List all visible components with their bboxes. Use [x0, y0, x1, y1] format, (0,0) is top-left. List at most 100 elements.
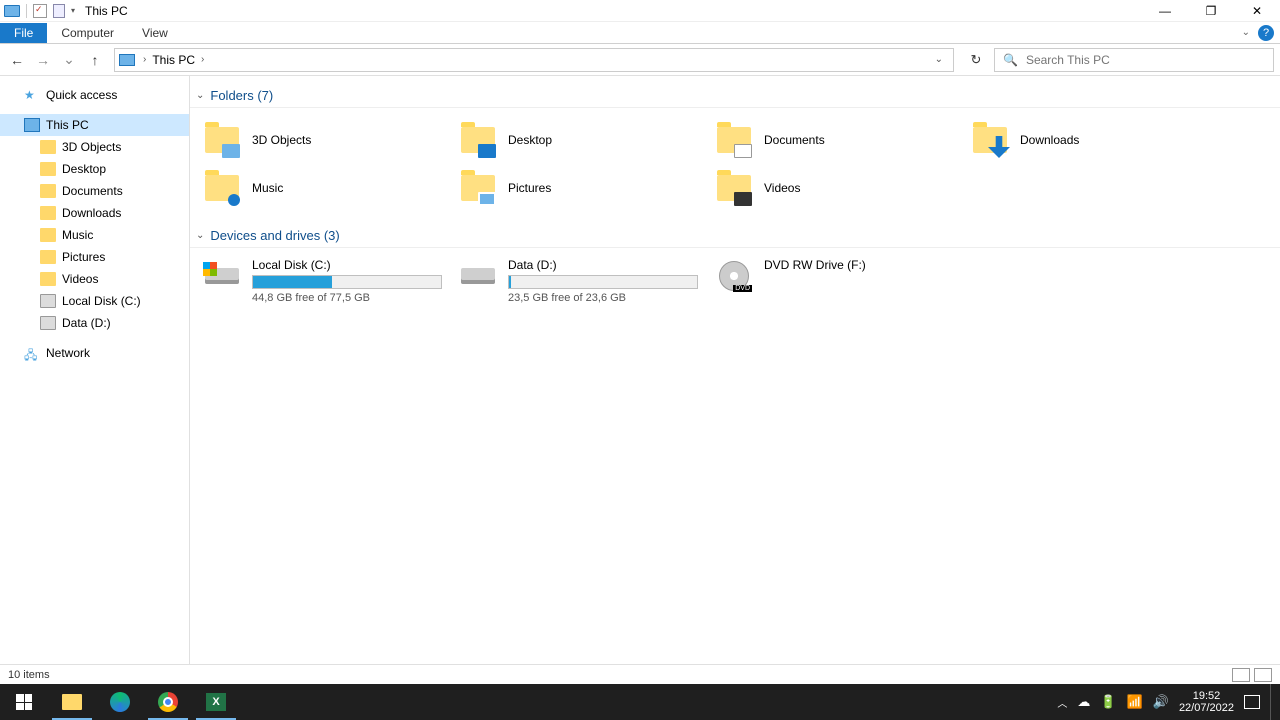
folder-music[interactable]: Music — [198, 164, 454, 212]
sidebar-item-data-d[interactable]: Data (D:) — [0, 312, 189, 334]
tray-date: 22/07/2022 — [1179, 702, 1234, 714]
ribbon-tabs: File Computer View ⌄ ? — [0, 22, 1280, 44]
sidebar-item-quick-access[interactable]: ★ Quick access — [0, 84, 189, 106]
folder-label: Videos — [764, 181, 800, 195]
drive-icon — [40, 316, 56, 330]
folder-label: Desktop — [508, 133, 552, 147]
folder-icon — [458, 170, 498, 206]
taskbar: X ︿ ☁ 🔋 📶 🔊 19:52 22/07/2022 — [0, 684, 1280, 720]
tray-overflow-icon[interactable]: ︿ — [1057, 695, 1067, 710]
tab-file[interactable]: File — [0, 23, 47, 43]
windows-icon — [16, 694, 32, 710]
up-button[interactable]: ↑ — [84, 49, 106, 71]
titlebar: ▾ This PC ― ❐ ✕ — [0, 0, 1280, 22]
folder-icon — [40, 228, 56, 242]
folder-icon — [714, 122, 754, 158]
collapse-ribbon-icon[interactable]: ⌄ — [1242, 27, 1250, 38]
sidebar-label: 3D Objects — [62, 140, 121, 154]
qat-separator — [26, 4, 27, 18]
breadcrumb-sep-icon[interactable]: › — [141, 54, 148, 65]
sidebar-item-local-disk-c[interactable]: Local Disk (C:) — [0, 290, 189, 312]
minimize-button[interactable]: ― — [1142, 0, 1188, 22]
folder-pictures[interactable]: Pictures — [454, 164, 710, 212]
new-folder-icon[interactable] — [53, 4, 65, 18]
drive-free-text: 44,8 GB free of 77,5 GB — [252, 292, 442, 304]
close-button[interactable]: ✕ — [1234, 0, 1280, 22]
sidebar-item-this-pc[interactable]: This PC — [0, 114, 189, 136]
quick-access-toolbar: ▾ — [0, 4, 75, 18]
breadcrumb-sep-icon[interactable]: › — [199, 54, 206, 65]
address-bar[interactable]: › This PC › ⌄ — [114, 48, 954, 72]
battery-icon[interactable]: 🔋 — [1100, 694, 1116, 710]
show-desktop-button[interactable] — [1270, 684, 1276, 720]
address-history-icon[interactable]: ⌄ — [929, 54, 949, 65]
breadcrumb-this-pc[interactable]: This PC — [148, 53, 199, 67]
excel-icon: X — [206, 693, 226, 711]
sidebar-item-documents[interactable]: Documents — [0, 180, 189, 202]
window-controls: ― ❐ ✕ — [1142, 0, 1280, 22]
help-icon[interactable]: ? — [1258, 25, 1274, 41]
tiles-view-button[interactable] — [1254, 668, 1272, 682]
forward-button[interactable]: → — [32, 49, 54, 71]
group-header-drives[interactable]: ⌄ Devices and drives (3) — [190, 224, 1280, 248]
folder-icon — [40, 184, 56, 198]
action-center-icon[interactable] — [1244, 695, 1260, 709]
search-box[interactable]: 🔍 — [994, 48, 1274, 72]
details-view-button[interactable] — [1232, 668, 1250, 682]
sidebar-item-desktop[interactable]: Desktop — [0, 158, 189, 180]
sidebar-label: Local Disk (C:) — [62, 294, 141, 308]
folder-desktop[interactable]: Desktop — [454, 116, 710, 164]
taskbar-chrome[interactable] — [144, 684, 192, 720]
sidebar-item-3d-objects[interactable]: 3D Objects — [0, 136, 189, 158]
taskbar-excel[interactable]: X — [192, 684, 240, 720]
maximize-button[interactable]: ❐ — [1188, 0, 1234, 22]
start-button[interactable] — [0, 684, 48, 720]
qat-dropdown-icon[interactable]: ▾ — [71, 6, 75, 15]
sidebar-item-downloads[interactable]: Downloads — [0, 202, 189, 224]
sidebar-label: Quick access — [46, 88, 117, 102]
drive-capacity-bar — [508, 275, 698, 289]
sidebar-label: Data (D:) — [62, 316, 111, 330]
folder-icon — [40, 272, 56, 286]
folder-icon — [714, 170, 754, 206]
search-input[interactable] — [1026, 53, 1265, 67]
dvd-icon — [714, 258, 754, 294]
tab-view[interactable]: View — [128, 23, 182, 43]
folder-label: Documents — [764, 133, 825, 147]
app-icon[interactable] — [4, 5, 20, 17]
chevron-down-icon: ⌄ — [196, 90, 204, 101]
sidebar-item-network[interactable]: 🖧 Network — [0, 342, 189, 364]
drive-data-d[interactable]: Data (D:) 23,5 GB free of 23,6 GB — [454, 256, 710, 306]
folder-icon — [458, 122, 498, 158]
wifi-icon[interactable]: 📶 — [1127, 694, 1143, 710]
folder-icon — [202, 170, 242, 206]
navigation-pane: ★ Quick access This PC 3D Objects Deskto… — [0, 76, 190, 664]
sidebar-item-pictures[interactable]: Pictures — [0, 246, 189, 268]
tray-time: 19:52 — [1179, 690, 1234, 702]
tab-computer[interactable]: Computer — [47, 23, 128, 43]
taskbar-edge[interactable] — [96, 684, 144, 720]
sidebar-label: Pictures — [62, 250, 105, 264]
pc-icon — [24, 118, 40, 132]
drive-local-disk-c[interactable]: Local Disk (C:) 44,8 GB free of 77,5 GB — [198, 256, 454, 306]
group-header-folders[interactable]: ⌄ Folders (7) — [190, 84, 1280, 108]
star-icon: ★ — [24, 88, 40, 102]
drive-dvd-rw-f[interactable]: DVD RW Drive (F:) — [710, 256, 966, 306]
recent-locations-button[interactable]: ⌄ — [58, 49, 80, 71]
folder-documents[interactable]: Documents — [710, 116, 966, 164]
sidebar-item-music[interactable]: Music — [0, 224, 189, 246]
properties-icon[interactable] — [33, 4, 47, 18]
folder-videos[interactable]: Videos — [710, 164, 966, 212]
volume-icon[interactable]: 🔊 — [1153, 694, 1169, 710]
sidebar-item-videos[interactable]: Videos — [0, 268, 189, 290]
folder-3d-objects[interactable]: 3D Objects — [198, 116, 454, 164]
taskbar-explorer[interactable] — [48, 684, 96, 720]
folder-icon — [40, 250, 56, 264]
drive-label: DVD RW Drive (F:) — [764, 258, 954, 272]
onedrive-icon[interactable]: ☁ — [1077, 694, 1090, 710]
refresh-button[interactable]: ↻ — [962, 48, 990, 72]
folder-downloads[interactable]: Downloads — [966, 116, 1222, 164]
tray-clock[interactable]: 19:52 22/07/2022 — [1179, 690, 1234, 714]
drive-icon — [202, 258, 242, 294]
back-button[interactable]: ← — [6, 49, 28, 71]
